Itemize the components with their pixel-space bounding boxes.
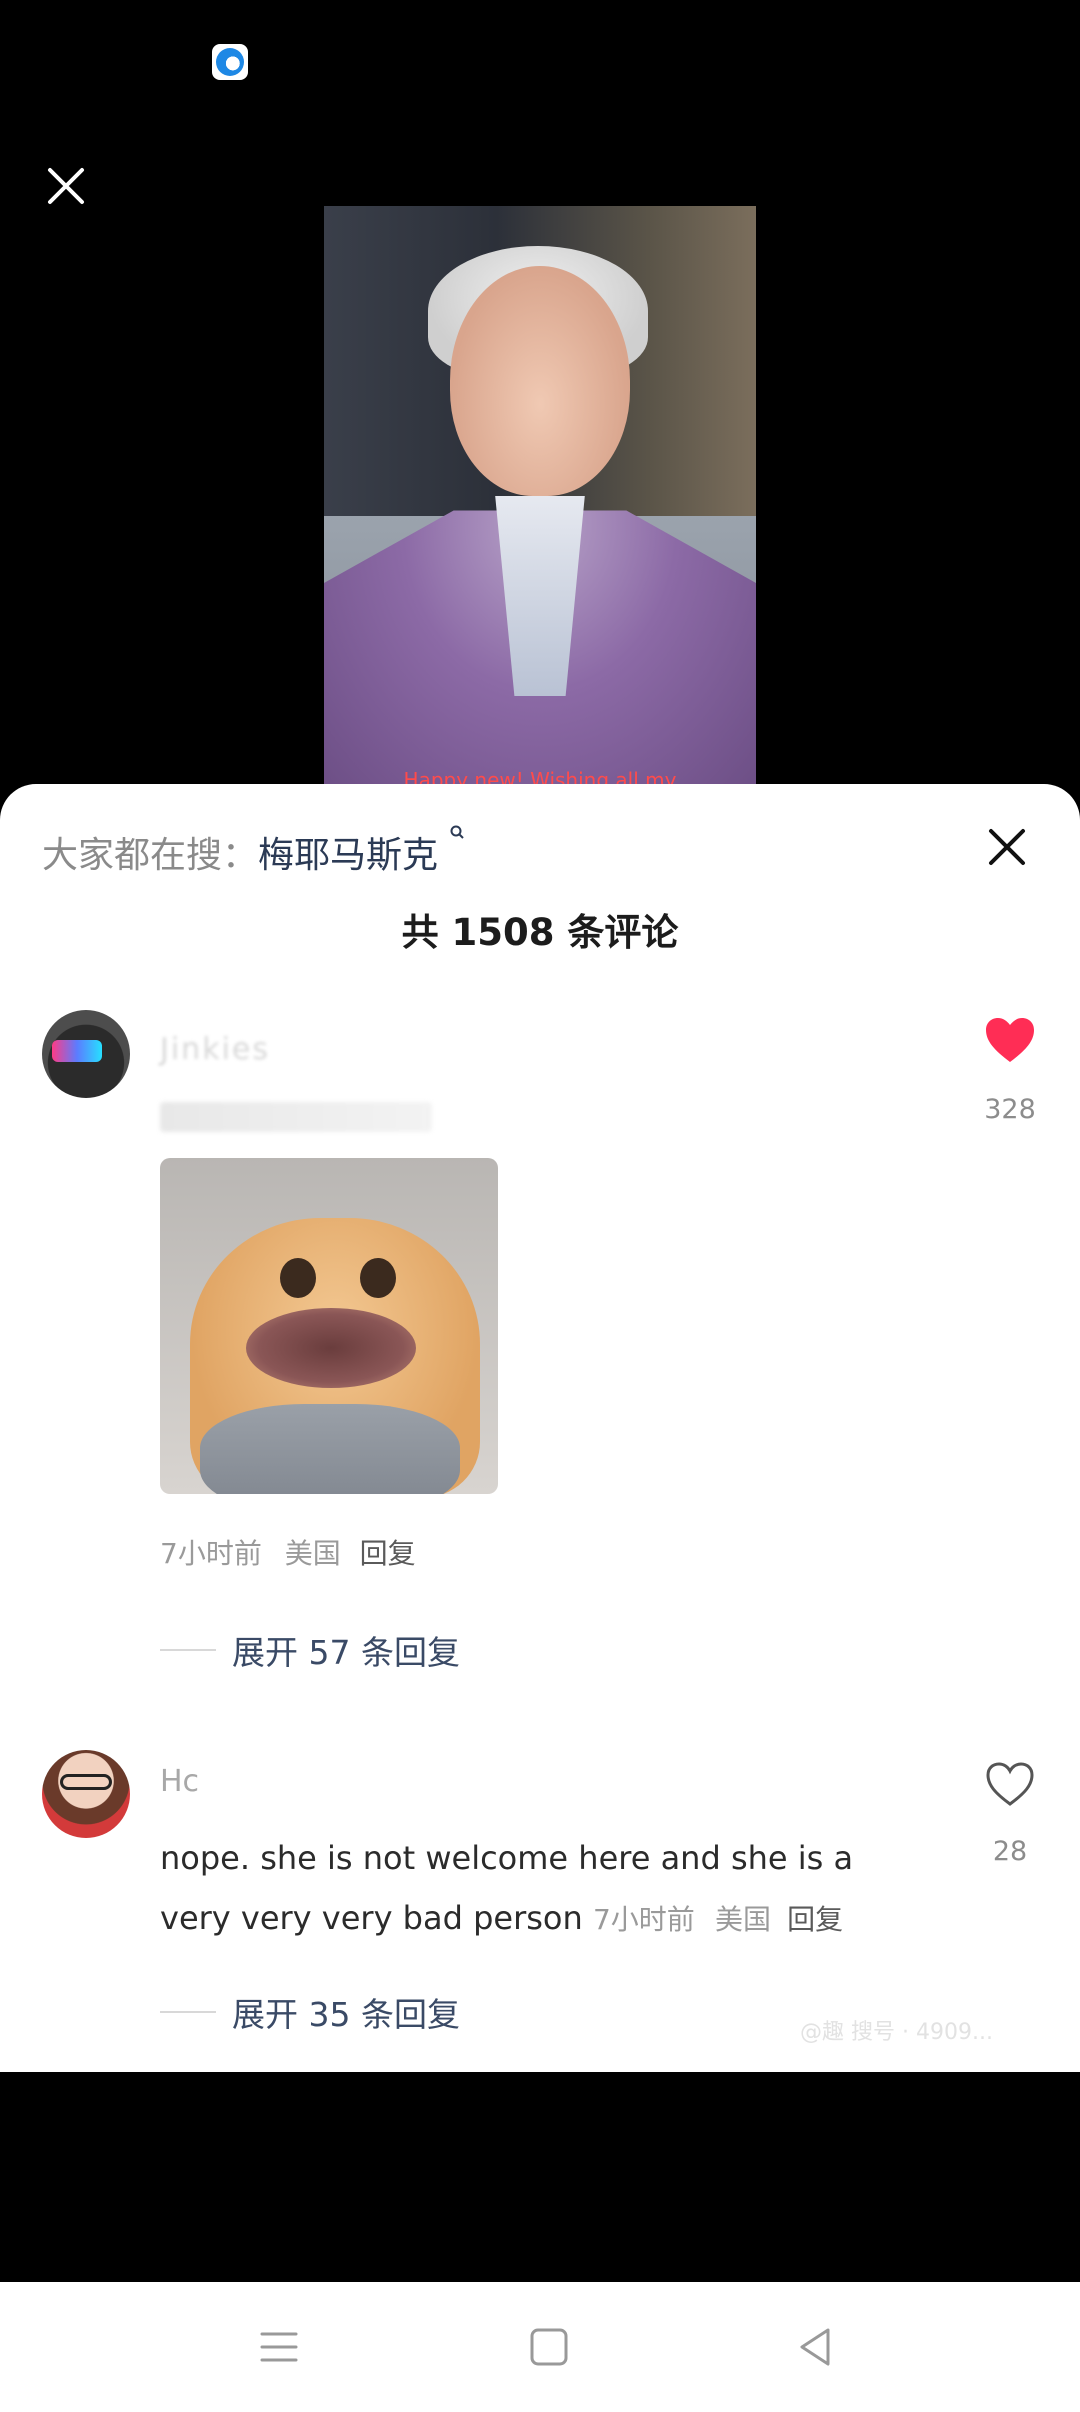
app-logo-icon xyxy=(212,44,248,80)
back-icon[interactable] xyxy=(790,2322,840,2372)
search-hint-term[interactable]: 梅耶马斯克 xyxy=(258,835,438,876)
heart-filled-icon[interactable] xyxy=(984,1016,1036,1064)
comment-time: 7小时前 xyxy=(160,1537,262,1570)
like-count: 28 xyxy=(992,1836,1028,1867)
menu-icon[interactable] xyxy=(254,2322,304,2372)
heart-outline-icon[interactable] xyxy=(984,1760,1036,1808)
expand-replies-button[interactable]: 展开 35 条回复 xyxy=(160,1988,460,2036)
comment-username[interactable]: Hc xyxy=(160,1764,199,1799)
system-navigation-bar xyxy=(0,2282,1080,2412)
comment-location: 美国 xyxy=(714,1903,771,1936)
comments-sheet: 大家都在搜：梅耶马斯克 共 1508 条评论 Jinkies 7小时前 美国 回… xyxy=(0,784,1080,2072)
search-hint-prefix: 大家都在搜： xyxy=(42,835,259,876)
comment-meta: 7小时前 美国 回复 xyxy=(160,1532,416,1572)
avatar[interactable] xyxy=(42,1750,130,1838)
close-comments-icon[interactable] xyxy=(986,826,1028,868)
avatar[interactable] xyxy=(42,1010,130,1098)
home-icon[interactable] xyxy=(524,2322,574,2372)
search-icon xyxy=(450,825,465,839)
watermark: @趣 搜号 · 4909... xyxy=(800,2020,993,2045)
comment-location: 美国 xyxy=(284,1537,341,1570)
video-player[interactable]: Happy new! Wishing all my xyxy=(324,206,756,786)
expand-replies-button[interactable]: 展开 57 条回复 xyxy=(160,1626,460,1674)
expand-replies-label: 展开 35 条回复 xyxy=(232,1995,460,2034)
expand-replies-label: 展开 57 条回复 xyxy=(232,1633,460,1672)
close-video-icon[interactable] xyxy=(44,164,88,208)
reply-button[interactable]: 回复 xyxy=(360,1537,416,1570)
reply-button[interactable]: 回复 xyxy=(787,1903,843,1936)
comment-time: 7小时前 xyxy=(592,1903,695,1936)
comment-image[interactable] xyxy=(160,1158,498,1494)
comments-count-title: 共 1508 条评论 xyxy=(401,911,679,954)
blurred-comment-text xyxy=(160,1102,432,1132)
comment-text: nope. she is not welcome here and she is… xyxy=(160,1828,900,1950)
comment-username[interactable]: Jinkies xyxy=(160,1032,270,1067)
like-count: 328 xyxy=(984,1094,1036,1125)
search-hint[interactable]: 大家都在搜：梅耶马斯克 xyxy=(42,825,465,878)
